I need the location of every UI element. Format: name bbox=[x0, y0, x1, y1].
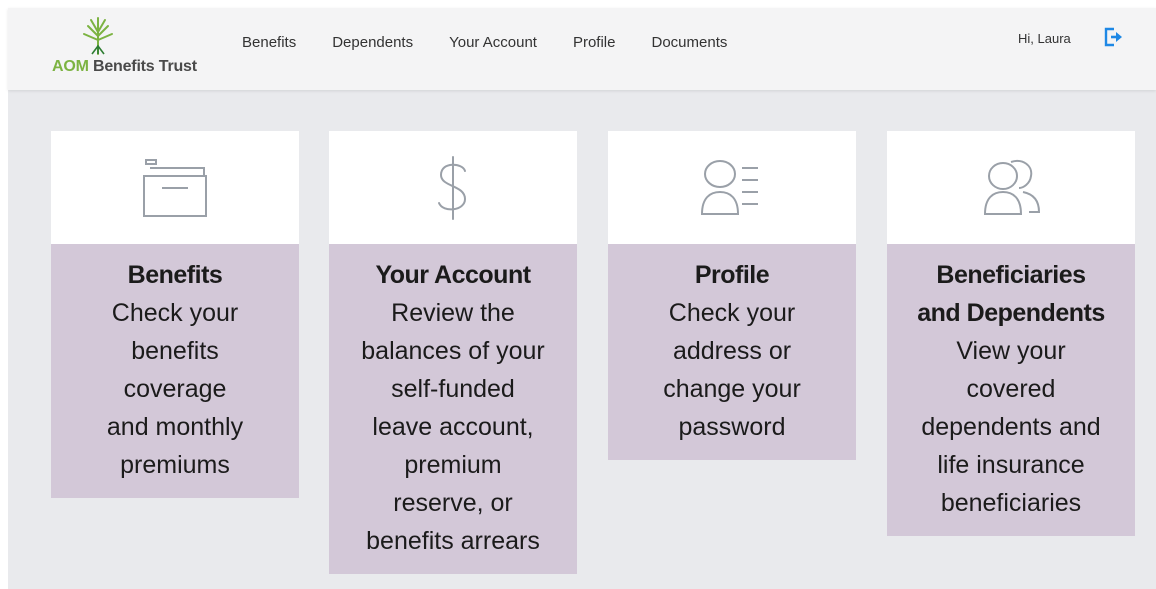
card-title: Benefits bbox=[127, 261, 223, 289]
brand-logo[interactable]: AOM Benefits Trust bbox=[50, 14, 220, 84]
card-line: covered bbox=[966, 375, 1056, 403]
card-line: benefits arrears bbox=[366, 527, 540, 555]
folder-icon bbox=[143, 158, 207, 217]
card-line: dependents and bbox=[921, 413, 1101, 441]
card-line: premium bbox=[404, 451, 502, 479]
profile-card-icon-area bbox=[608, 131, 856, 244]
card-line: self-funded bbox=[391, 375, 515, 403]
beneficiaries-card-icon-area bbox=[887, 131, 1135, 244]
your-account-card-text: Your Account Review the balances of your… bbox=[329, 244, 577, 574]
logout-button[interactable] bbox=[1102, 26, 1124, 53]
brand-prefix: AOM bbox=[52, 58, 89, 75]
dollar-icon bbox=[438, 155, 467, 220]
user-greeting: Hi, Laura bbox=[1018, 31, 1071, 46]
beneficiaries-dependents-card[interactable]: Beneficiaries and Dependents View your c… bbox=[887, 131, 1135, 536]
card-title: Beneficiaries bbox=[936, 261, 1086, 289]
card-line: address or bbox=[672, 337, 792, 365]
main-nav: Benefits Dependents Your Account Profile… bbox=[242, 34, 727, 51]
beneficiaries-card-text: Beneficiaries and Dependents View your c… bbox=[887, 244, 1135, 536]
card-line: reserve, or bbox=[393, 489, 513, 517]
nav-your-account[interactable]: Your Account bbox=[449, 34, 537, 51]
app-frame: AOM Benefits Trust Benefits Dependents Y… bbox=[8, 8, 1156, 589]
card-line: balances of your bbox=[361, 337, 545, 365]
top-header: AOM Benefits Trust Benefits Dependents Y… bbox=[8, 8, 1156, 90]
benefits-card[interactable]: Benefits Check your benefits coverage an… bbox=[51, 131, 299, 498]
benefits-card-text: Benefits Check your benefits coverage an… bbox=[51, 244, 299, 498]
card-line: View your bbox=[956, 337, 1066, 365]
card-line: premiums bbox=[120, 451, 230, 479]
profile-card-icon bbox=[700, 159, 758, 215]
nav-dependents[interactable]: Dependents bbox=[332, 34, 413, 51]
card-line: and monthly bbox=[106, 413, 244, 441]
nav-documents[interactable]: Documents bbox=[652, 34, 728, 51]
card-title: and Dependents bbox=[917, 299, 1105, 327]
card-line: coverage bbox=[123, 375, 227, 403]
profile-card-text: Profile Check your address or change you… bbox=[608, 244, 856, 460]
nav-profile[interactable]: Profile bbox=[573, 34, 616, 51]
profile-card[interactable]: Profile Check your address or change you… bbox=[608, 131, 856, 460]
your-account-card[interactable]: Your Account Review the balances of your… bbox=[329, 131, 577, 574]
brand-name: AOM Benefits Trust bbox=[52, 58, 197, 76]
card-line: benefits bbox=[131, 337, 219, 365]
people-icon bbox=[983, 159, 1041, 215]
nav-benefits[interactable]: Benefits bbox=[242, 34, 296, 51]
card-line: leave account, bbox=[372, 413, 534, 441]
card-line: life insurance bbox=[937, 451, 1085, 479]
your-account-card-icon-area bbox=[329, 131, 577, 244]
card-line: change your bbox=[663, 375, 801, 403]
tree-logo-icon bbox=[83, 17, 113, 55]
logout-icon bbox=[1104, 27, 1122, 47]
card-title: Your Account bbox=[375, 261, 531, 289]
card-line: beneficiaries bbox=[940, 489, 1082, 517]
card-title: Profile bbox=[694, 261, 770, 289]
card-line: password bbox=[678, 413, 786, 441]
benefits-card-icon-area bbox=[51, 131, 299, 244]
brand-suffix: Benefits Trust bbox=[92, 58, 197, 75]
card-line: Check your bbox=[668, 299, 796, 327]
card-line: Check your bbox=[111, 299, 239, 327]
card-line: Review the bbox=[391, 299, 515, 327]
